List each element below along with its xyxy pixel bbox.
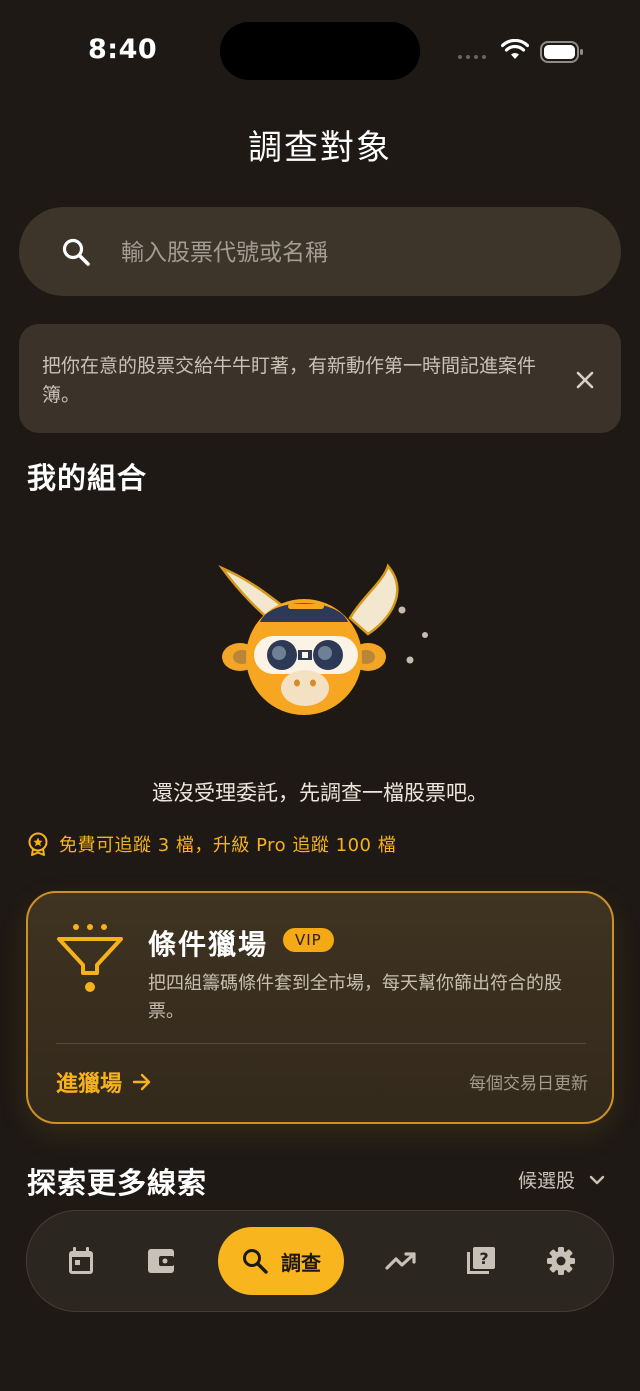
- close-icon[interactable]: [573, 368, 597, 392]
- wifi-icon: [501, 39, 529, 59]
- nav-calendar[interactable]: [63, 1243, 99, 1279]
- cellular-signal-icon: [458, 55, 486, 59]
- arrow-right-icon: [132, 1073, 151, 1091]
- dynamic-island: [220, 22, 420, 80]
- enter-screener-label: 進獵場: [56, 1072, 123, 1097]
- empty-state-message: 還沒受理委託，先調查一檔股票吧。: [152, 781, 488, 805]
- vip-badge: VIP: [283, 928, 334, 952]
- battery-icon: [540, 41, 583, 63]
- nav-investigate[interactable]: 調查: [218, 1227, 344, 1295]
- card-divider: [56, 1043, 586, 1044]
- search-input[interactable]: [119, 229, 583, 277]
- calendar-icon: [69, 1247, 93, 1274]
- bottom-nav: 調查 ?: [26, 1210, 614, 1312]
- screener-description: 把四組籌碼條件套到全市場，每天幫你篩出符合的股票。: [148, 973, 562, 1022]
- trending-up-icon: [385, 1252, 416, 1270]
- update-note: 每個交易日更新: [469, 1074, 588, 1094]
- info-banner: 把你在意的股票交給牛牛盯著，有新動作第一時間記進案件簿。: [19, 324, 621, 433]
- funnel-icon: [57, 924, 123, 992]
- gear-icon: [547, 1247, 575, 1275]
- chevron-down-icon: [589, 1175, 605, 1184]
- bull-detective-mascot: [218, 563, 428, 715]
- screener-card[interactable]: 條件獵場 VIP 把四組籌碼條件套到全市場，每天幫你篩出符合的股票。 進獵場 每…: [26, 891, 614, 1124]
- enter-screener-button[interactable]: 進獵場: [56, 1066, 152, 1098]
- filter-label: 候選股: [518, 1170, 576, 1192]
- svg-text:?: ?: [479, 1249, 488, 1268]
- search-icon: [62, 238, 90, 266]
- wallet-icon: [148, 1249, 174, 1273]
- nav-trends[interactable]: [383, 1243, 419, 1279]
- status-time: 8:40: [88, 34, 158, 65]
- page-title: 調查對象: [248, 128, 392, 168]
- nav-wallet[interactable]: [143, 1243, 179, 1279]
- quiz-icon: ?: [467, 1247, 495, 1274]
- screener-title: 條件獵場: [148, 928, 269, 961]
- nav-settings[interactable]: [543, 1243, 579, 1279]
- tip-text: 免費可追蹤 3 檔，升級 Pro 追蹤 100 檔: [59, 835, 397, 856]
- portfolio-section-title: 我的組合: [27, 461, 148, 495]
- explore-section-title: 探索更多線索: [27, 1166, 208, 1200]
- banner-message: 把你在意的股票交給牛牛盯著，有新動作第一時間記進案件簿。: [42, 355, 537, 406]
- nav-investigate-label: 調查: [281, 1250, 321, 1275]
- search-bar[interactable]: [19, 207, 621, 296]
- tracking-limit-tip: 免費可追蹤 3 檔，升級 Pro 追蹤 100 檔: [27, 831, 396, 857]
- award-badge-icon: [28, 832, 48, 856]
- search-icon: [243, 1249, 268, 1274]
- candidate-filter-dropdown[interactable]: 候選股: [518, 1166, 605, 1193]
- nav-quiz[interactable]: ?: [463, 1243, 499, 1279]
